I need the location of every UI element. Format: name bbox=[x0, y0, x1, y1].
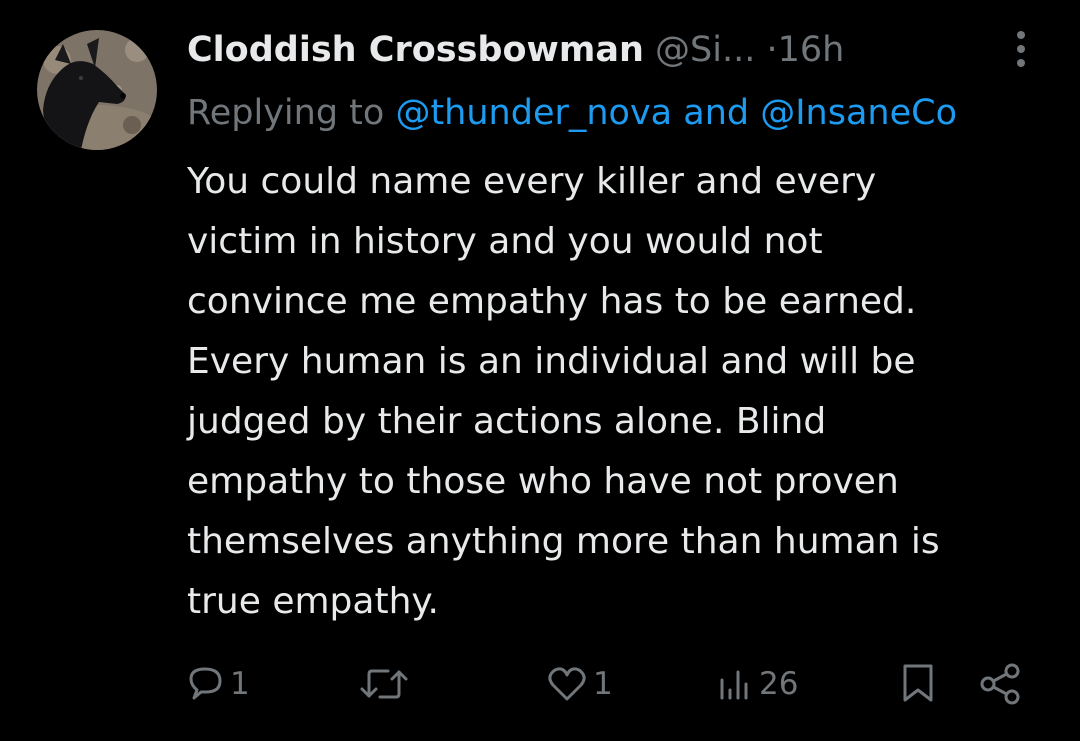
mention-link[interactable]: @thunder_nova bbox=[395, 93, 672, 133]
bookmark-icon bbox=[903, 664, 933, 702]
reply-icon bbox=[189, 667, 222, 700]
view-count: 26 bbox=[759, 666, 799, 702]
mention-link[interactable]: @InsaneCo bbox=[760, 93, 957, 133]
black-dog-avatar-icon bbox=[37, 30, 157, 150]
views-button[interactable]: 26 bbox=[715, 660, 798, 708]
reply-prefix: Replying to bbox=[187, 93, 396, 133]
share-icon bbox=[980, 663, 1020, 705]
like-count: 1 bbox=[593, 666, 613, 702]
tweet-text: You could name every killer and every vi… bbox=[187, 161, 940, 622]
more-vertical-icon bbox=[1017, 31, 1025, 67]
avatar[interactable] bbox=[37, 30, 157, 150]
views-icon bbox=[720, 670, 748, 700]
handle[interactable]: @Si... bbox=[655, 30, 755, 70]
retweet-button[interactable] bbox=[358, 660, 414, 708]
reply-context: Replying to @thunder_nova and @InsaneCo bbox=[187, 88, 1080, 138]
display-name[interactable]: Cloddish Crossbowman bbox=[187, 30, 644, 70]
more-options-button[interactable] bbox=[1003, 28, 1039, 72]
reply-count: 1 bbox=[230, 666, 250, 702]
like-button[interactable]: 1 bbox=[545, 660, 613, 708]
reply-button[interactable]: 1 bbox=[186, 660, 250, 708]
retweet-icon bbox=[360, 669, 408, 699]
timestamp[interactable]: 16h bbox=[778, 30, 845, 70]
tweet-header: Cloddish Crossbowman @Si... ·16h bbox=[187, 25, 844, 75]
like-icon bbox=[548, 667, 586, 701]
bookmark-button[interactable] bbox=[898, 660, 938, 708]
reply-connector[interactable]: and bbox=[672, 93, 760, 133]
separator: · bbox=[766, 30, 778, 70]
tweet[interactable]: Cloddish Crossbowman @Si... ·16h Replyin… bbox=[0, 0, 1080, 741]
share-button[interactable] bbox=[977, 660, 1023, 708]
